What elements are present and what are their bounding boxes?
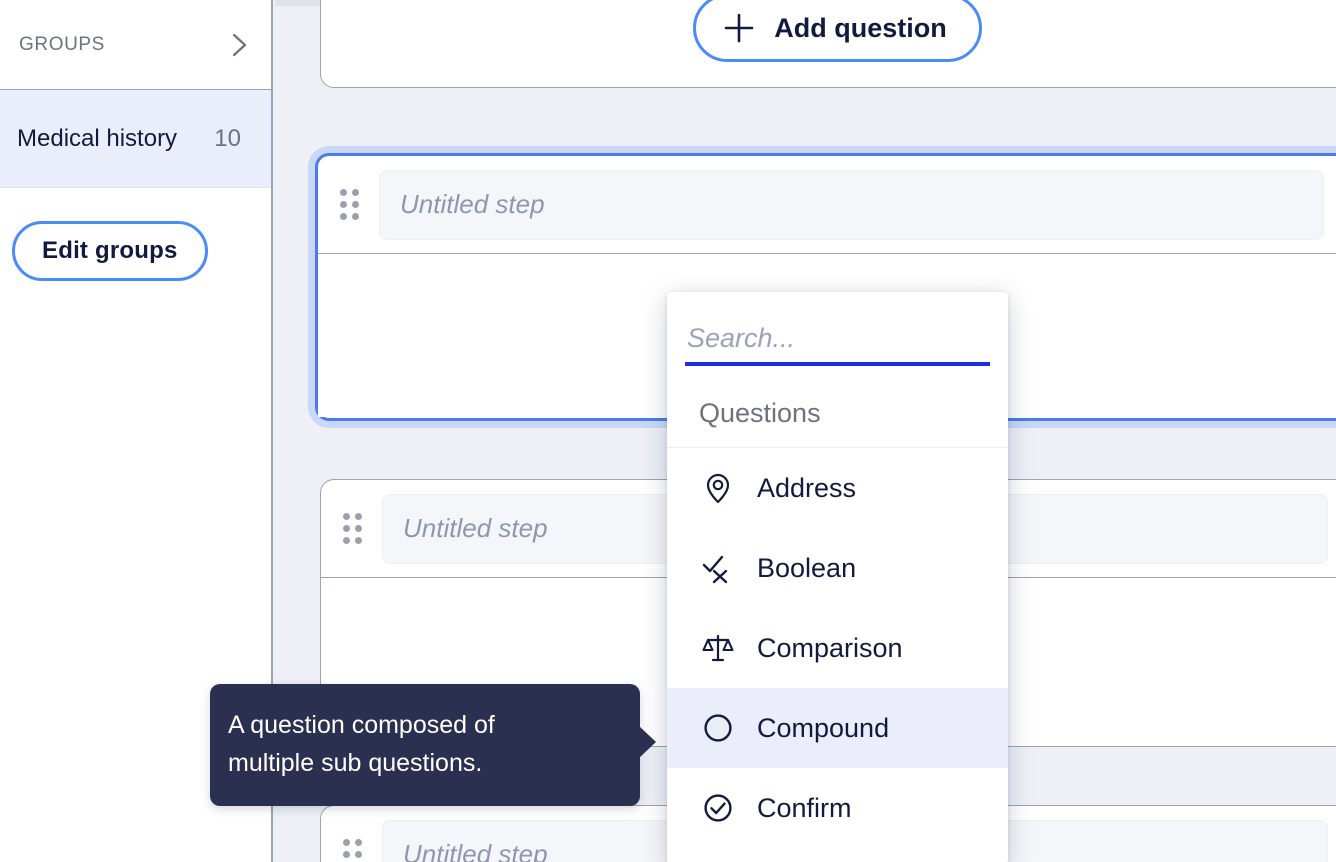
menu-item-label: Compound	[757, 712, 890, 743]
add-question-card: Add question	[320, 0, 1336, 88]
menu-item-label: Address	[757, 472, 857, 503]
tooltip-line-2: multiple sub questions.	[228, 749, 483, 777]
group-count-badge: 10	[214, 124, 241, 152]
tooltip-line-1: A question composed of	[228, 711, 495, 739]
menu-item-label: Boolean	[757, 552, 857, 583]
menu-item-confirm[interactable]: Confirm	[667, 768, 1008, 848]
scales-icon	[701, 631, 735, 665]
tooltip-arrow	[639, 726, 656, 758]
menu-item-boolean[interactable]: Boolean	[667, 528, 1008, 608]
edit-groups-button[interactable]: Edit groups	[12, 221, 208, 281]
add-question-label: Add question	[774, 12, 947, 43]
drag-handle-icon[interactable]	[340, 188, 362, 220]
menu-item-label: Comparison	[757, 632, 903, 663]
chevron-right-icon[interactable]	[229, 31, 251, 59]
menu-item-compound[interactable]: Compound	[667, 688, 1008, 768]
drag-handle-icon[interactable]	[343, 512, 365, 544]
menu-item-comparison[interactable]: Comparison	[667, 608, 1008, 688]
question-type-dropdown: Questions Address Boolean	[667, 292, 1008, 862]
app-root: GROUPS Medical history 10 Edit groups Ad…	[0, 0, 1336, 862]
step-title-input-5[interactable]	[379, 169, 1324, 240]
dropdown-section-title: Questions	[667, 380, 1008, 448]
check-circle-icon	[701, 791, 735, 825]
tooltip: A question composed of multiple sub ques…	[210, 684, 656, 806]
menu-item-label: Confirm	[757, 792, 852, 823]
group-name-label: Medical history	[17, 124, 178, 152]
drag-handle-icon[interactable]	[343, 838, 365, 862]
dropdown-search-container	[667, 292, 1008, 380]
circle-icon	[701, 711, 735, 745]
sidebar-groups-header[interactable]: GROUPS	[0, 0, 271, 90]
edit-groups-container: Edit groups	[0, 188, 271, 281]
plus-icon	[722, 11, 756, 45]
groups-header-label: GROUPS	[19, 33, 105, 55]
sidebar-item-medical-history[interactable]: Medical history 10	[0, 90, 271, 188]
search-input[interactable]	[685, 318, 990, 366]
add-question-button[interactable]: Add question	[693, 0, 982, 62]
check-cross-icon	[701, 551, 735, 585]
step-card-5-header	[318, 156, 1336, 254]
map-pin-icon	[701, 471, 735, 505]
menu-item-address[interactable]: Address	[667, 448, 1008, 528]
